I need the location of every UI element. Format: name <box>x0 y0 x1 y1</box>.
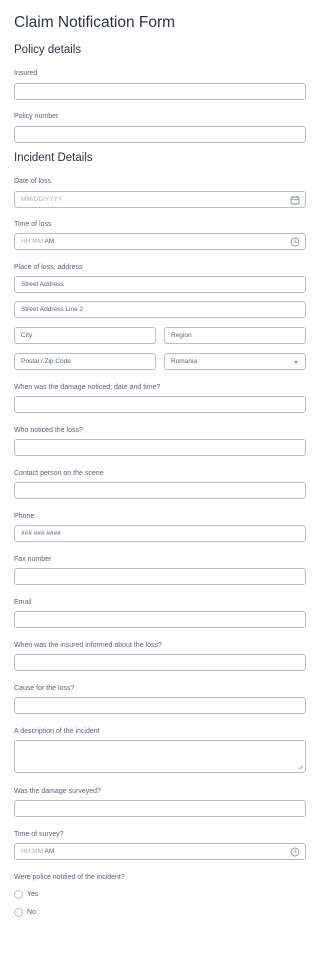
country-select[interactable]: Romania <box>164 353 306 370</box>
who-noticed-label: Who noticed the loss? <box>14 427 83 434</box>
time-of-survey-label: Time of survey? <box>14 831 64 838</box>
police-no-label: No <box>27 909 36 916</box>
cause-input[interactable] <box>14 697 306 714</box>
phone-placeholder: ### ### #### <box>21 530 61 537</box>
time-of-loss-placeholder: HH:MM <box>21 238 44 245</box>
section-incident-details: Incident Details <box>14 152 93 164</box>
phone-label: Phone <box>14 513 35 520</box>
date-of-loss-placeholder: MM/DD/YYYY <box>21 196 63 203</box>
postal-code-text: Postal / Zip Code <box>21 358 71 365</box>
clock-icon <box>290 237 300 247</box>
form-title: Claim Notification Form <box>14 14 176 31</box>
damage-noticed-input[interactable] <box>14 396 306 413</box>
insured-informed-label: When was the insured informed about the … <box>14 642 162 649</box>
region-input[interactable]: Region <box>164 327 306 344</box>
street-address-input[interactable]: Street Address <box>14 276 306 293</box>
police-yes-label: Yes <box>27 891 39 898</box>
insured-label: Insured <box>14 70 38 77</box>
surveyed-input[interactable] <box>14 800 306 817</box>
description-label: A description of the incident <box>14 728 100 735</box>
cause-label: Cause for the loss? <box>14 685 75 692</box>
postal-code-input[interactable]: Postal / Zip Code <box>14 353 156 370</box>
email-label: Email <box>14 599 32 606</box>
surveyed-label: Was the damage surveyed? <box>14 788 101 795</box>
insured-informed-input[interactable] <box>14 654 306 671</box>
contact-person-input[interactable] <box>14 482 306 499</box>
police-yes-radio[interactable] <box>14 890 23 899</box>
policy-number-label: Policy number <box>14 113 59 120</box>
resize-handle-icon[interactable] <box>298 765 303 770</box>
street-address-line2-text: Street Address Line 2 <box>21 306 84 313</box>
city-text: City <box>21 332 33 339</box>
fax-input[interactable] <box>14 568 306 585</box>
time-of-survey-ampm[interactable]: AM <box>44 848 54 855</box>
insured-input[interactable] <box>14 83 306 100</box>
policy-number-input[interactable] <box>14 126 306 143</box>
description-textarea[interactable] <box>14 740 306 773</box>
police-notified-label: Were police notified of the incident? <box>14 874 125 881</box>
calendar-icon[interactable] <box>290 195 300 205</box>
section-policy-details: Policy details <box>14 44 82 56</box>
who-noticed-input[interactable] <box>14 439 306 456</box>
time-of-survey-placeholder: HH:MM <box>21 848 44 855</box>
date-of-loss-input[interactable]: MM/DD/YYYY <box>14 191 306 208</box>
country-selected-value: Romania <box>171 358 198 365</box>
time-of-survey-input[interactable]: HH:MM AM <box>14 843 306 860</box>
street-address-line2-input[interactable]: Street Address Line 2 <box>14 301 306 318</box>
time-of-loss-value: HH:MM AM <box>21 238 54 245</box>
chevron-down-icon <box>294 361 298 364</box>
street-address-text: Street Address <box>21 281 64 288</box>
place-of-loss-label: Place of loss, address <box>14 264 83 271</box>
time-of-loss-input[interactable]: HH:MM AM <box>14 233 306 250</box>
time-of-loss-label: Time of loss <box>14 221 52 228</box>
time-of-loss-ampm[interactable]: AM <box>44 238 54 245</box>
date-of-loss-label: Date of loss <box>14 178 51 185</box>
city-input[interactable]: City <box>14 327 156 344</box>
time-of-survey-value: HH:MM AM <box>21 848 54 855</box>
fax-label: Fax number <box>14 556 52 563</box>
contact-person-label: Contact person on the scene <box>14 470 104 477</box>
region-text: Region <box>171 332 192 339</box>
phone-input[interactable]: ### ### #### <box>14 525 306 542</box>
police-no-radio[interactable] <box>14 908 23 917</box>
damage-noticed-label: When was the damage noticed; date and ti… <box>14 384 161 391</box>
clock-icon <box>290 847 300 857</box>
email-input[interactable] <box>14 611 306 628</box>
